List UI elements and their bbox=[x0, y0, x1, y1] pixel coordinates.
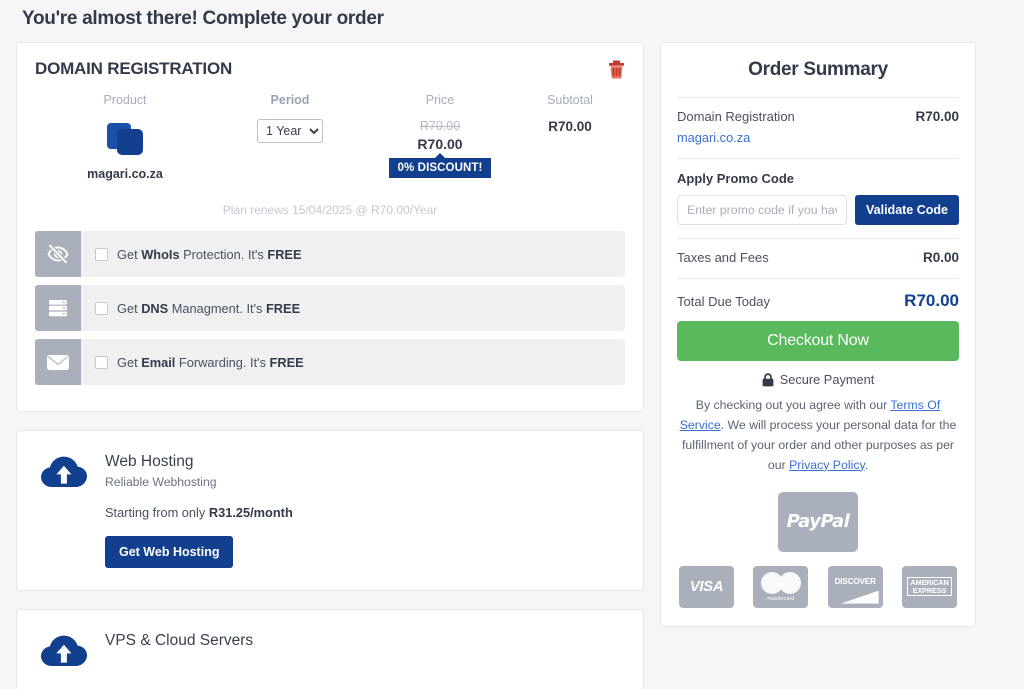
price-cell: R70.00 R70.00 0% DISCOUNT! bbox=[365, 119, 515, 181]
addon-row-dns[interactable]: Get DNS Managment. It's FREE bbox=[35, 285, 625, 331]
amex-logo: AMERICAN EXPRESS bbox=[901, 565, 957, 608]
addon-checkbox-dns[interactable] bbox=[95, 301, 108, 315]
promo-code-section: Apply Promo Code Validate Code bbox=[677, 171, 959, 225]
addon-label-whois: Get WhoIs Protection. It's FREE bbox=[117, 246, 302, 262]
mastercard-logo: mastercard bbox=[753, 565, 809, 608]
left-column: DOMAIN REGISTRATION Product Period Price… bbox=[16, 42, 644, 689]
order-summary-card: Order Summary Domain Registration R70.00… bbox=[660, 42, 976, 627]
paypal-logo-wrap: PayPal bbox=[677, 491, 959, 552]
promo-code-input[interactable] bbox=[677, 195, 848, 225]
upsell-title: VPS & Cloud Servers bbox=[105, 632, 254, 649]
discount-badge-arrow bbox=[434, 153, 446, 159]
domain-registration-card: DOMAIN REGISTRATION Product Period Price… bbox=[16, 42, 644, 412]
order-summary-item: Domain Registration R70.00 magari.co.za bbox=[677, 98, 959, 158]
discover-swoosh-icon bbox=[840, 590, 879, 604]
addon-label-email: Get Email Forwarding. It's FREE bbox=[117, 354, 304, 370]
total-amount: R70.00 bbox=[904, 291, 959, 310]
summary-item-domain-link[interactable]: magari.co.za bbox=[677, 130, 959, 145]
product-domain-name: magari.co.za bbox=[87, 167, 163, 181]
visa-logo: VISA bbox=[679, 565, 734, 608]
paypal-label: PayPal bbox=[786, 511, 850, 533]
plan-renewal-note: Plan renews 15/04/2025 @ R70.00/Year bbox=[222, 203, 438, 217]
discount-badge-wrap: 0% DISCOUNT! bbox=[388, 153, 492, 178]
total-due-row: Total Due Today R70.00 bbox=[677, 279, 959, 321]
period-select[interactable]: 1 Year bbox=[257, 119, 323, 143]
privacy-policy-link[interactable]: Privacy Policy bbox=[789, 458, 865, 472]
price-original: R70.00 bbox=[419, 119, 461, 133]
subtotal-cell: R70.00 bbox=[515, 119, 625, 181]
paypal-logo: PayPal bbox=[778, 491, 858, 552]
addon-checkbox-whois[interactable] bbox=[95, 247, 108, 261]
total-label: Total Due Today bbox=[677, 294, 770, 309]
upsell-card-vps-cloud-servers: VPS & Cloud Servers bbox=[16, 609, 644, 689]
discover-label: DISCOVER bbox=[834, 577, 876, 587]
addon-icon-box bbox=[35, 231, 81, 277]
cloud-upload-icon bbox=[41, 456, 87, 487]
addon-icon-box bbox=[35, 285, 81, 331]
summary-item-label: Domain Registration bbox=[677, 109, 795, 124]
envelope-icon bbox=[47, 355, 69, 370]
upsell-subtitle: Reliable Webhosting bbox=[105, 475, 217, 489]
checkout-page: You're almost there! Complete your order… bbox=[0, 0, 1024, 689]
addon-label-dns: Get DNS Managment. It's FREE bbox=[117, 300, 301, 316]
legal-text: By checking out you agree with our Terms… bbox=[679, 398, 957, 472]
get-web-hosting-button[interactable]: Get Web Hosting bbox=[105, 536, 234, 568]
server-rack-icon bbox=[49, 300, 67, 317]
visa-label: VISA bbox=[689, 578, 724, 596]
checkout-now-button[interactable]: Checkout Now bbox=[677, 321, 959, 361]
right-column: Order Summary Domain Registration R70.00… bbox=[660, 42, 976, 627]
taxes-amount: R0.00 bbox=[922, 250, 959, 265]
page-layout: DOMAIN REGISTRATION Product Period Price… bbox=[16, 42, 1008, 689]
discover-logo: DISCOVER bbox=[827, 565, 883, 608]
product-cell: magari.co.za bbox=[35, 119, 215, 181]
column-header-subtotal: Subtotal bbox=[547, 93, 593, 107]
promo-code-title: Apply Promo Code bbox=[677, 171, 795, 186]
summary-item-amount: R70.00 bbox=[915, 109, 959, 124]
trash-icon bbox=[608, 60, 624, 79]
delete-item-button[interactable] bbox=[605, 57, 627, 81]
validate-code-button[interactable]: Validate Code bbox=[855, 195, 959, 225]
domain-table-header: Product Period Price Subtotal bbox=[35, 93, 625, 119]
subtotal-value: R70.00 bbox=[548, 119, 592, 134]
domain-table: Product Period Price Subtotal magari.co.… bbox=[35, 93, 625, 181]
taxes-label: Taxes and Fees bbox=[677, 250, 769, 265]
column-header-period: Period bbox=[270, 93, 310, 107]
amex-label-line2: EXPRESS bbox=[912, 585, 947, 595]
addon-checkbox-email[interactable] bbox=[95, 355, 108, 369]
secure-payment-row: Secure Payment bbox=[677, 372, 959, 387]
mastercard-label: mastercard bbox=[767, 595, 795, 602]
eye-slash-icon bbox=[47, 243, 69, 265]
discount-badge: 0% DISCOUNT! bbox=[388, 158, 492, 178]
page-title: You're almost there! Complete your order bbox=[22, 8, 384, 29]
lock-icon bbox=[762, 372, 774, 386]
upsell-card-web-hosting: Web Hosting Reliable Webhosting Starting… bbox=[16, 430, 644, 591]
addon-row-whois[interactable]: Get WhoIs Protection. It's FREE bbox=[35, 231, 625, 277]
price-current: R70.00 bbox=[417, 136, 463, 152]
domain-copies-icon bbox=[107, 123, 143, 155]
taxes-and-fees-row: Taxes and Fees R0.00 bbox=[677, 239, 959, 278]
cloud-upload-icon bbox=[41, 635, 87, 666]
order-summary-title: Order Summary bbox=[748, 59, 888, 80]
upsell-price: Starting from only R31.25/month bbox=[105, 505, 293, 520]
domain-table-row: magari.co.za 1 Year R70.00 R70.00 0% DIS… bbox=[35, 119, 625, 181]
addon-row-email[interactable]: Get Email Forwarding. It's FREE bbox=[35, 339, 625, 385]
column-header-product: Product bbox=[103, 93, 147, 107]
column-header-price: Price bbox=[425, 93, 455, 107]
secure-payment-text: Secure Payment bbox=[779, 372, 875, 387]
upsell-title: Web Hosting bbox=[105, 453, 194, 470]
divider bbox=[677, 158, 959, 159]
addon-icon-box bbox=[35, 339, 81, 385]
domain-registration-heading: DOMAIN REGISTRATION bbox=[35, 59, 233, 78]
period-cell: 1 Year bbox=[215, 119, 365, 181]
card-logos-row: VISA mastercard DISCOVER AMERICAN EXPRES… bbox=[677, 565, 959, 608]
mastercard-circles-icon bbox=[760, 571, 801, 594]
